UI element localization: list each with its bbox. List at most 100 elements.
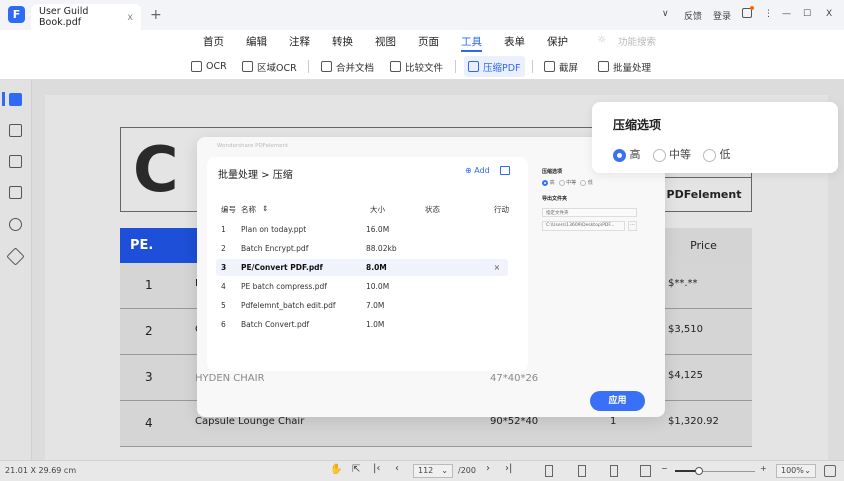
menu-home[interactable]: 首页 [203, 34, 224, 49]
comment-icon[interactable] [9, 155, 22, 168]
zoom-select[interactable]: 100% ⌄ [776, 464, 816, 478]
more-icon[interactable]: ⋮ [764, 9, 773, 19]
file-row[interactable]: 6 Batch Convert.pdf 1.0M [216, 316, 508, 333]
page-number-input[interactable]: 112 ⌄ [413, 464, 453, 478]
doc-row-name: HYDEN CHAIR [195, 373, 265, 384]
column-action: 行动 [494, 205, 509, 214]
tool-screenshot[interactable]: 截屏 [540, 56, 582, 77]
fit-width-icon[interactable] [578, 465, 586, 477]
browse-button[interactable]: ··· [628, 221, 637, 231]
tool-label: 区域OCR [257, 62, 297, 74]
file-row[interactable]: 2 Batch Encrypt.pdf 88.02kb [216, 240, 508, 257]
login-button[interactable]: 登录 [713, 9, 731, 22]
close-window-button[interactable]: X [826, 9, 832, 19]
radio-icon [652, 148, 666, 162]
output-folder-label: 导出文件夹 [542, 196, 568, 202]
feature-search[interactable]: 功能搜索 [618, 34, 656, 48]
menu-tools[interactable]: 工具 [461, 34, 482, 52]
status-bar: 21.01 X 29.69 cm ✋ ⇱ |‹ ‹ 112 ⌄ /200 › ›… [0, 460, 844, 481]
file-row-selected[interactable]: 3 PE/Convert PDF.pdf 8.0M × [216, 259, 508, 276]
tool-area-ocr[interactable]: 区域OCR [238, 56, 301, 77]
add-file-button[interactable]: ⊕ Add [465, 166, 490, 175]
lightbulb-icon: ☼ [597, 34, 607, 46]
radio-high[interactable]: 高 [542, 179, 555, 186]
new-tab-button[interactable]: + [150, 7, 162, 23]
menu-edit[interactable]: 编辑 [246, 34, 267, 49]
output-path-select[interactable]: C:\Users\13609\Desktop\PDF... [542, 221, 625, 231]
chevron-down-icon[interactable]: ∨ [662, 9, 669, 19]
folder-select[interactable]: 指定文件夹 [542, 208, 637, 217]
compress-options-small: 高 中等 低 [542, 179, 593, 186]
next-page-icon[interactable]: › [486, 463, 490, 474]
search-icon[interactable] [9, 218, 22, 231]
fullscreen-icon[interactable] [824, 465, 836, 477]
popup-title: 压缩选项 [613, 118, 662, 132]
minimize-button[interactable]: — [782, 9, 791, 19]
radio-medium[interactable]: 中等 [558, 179, 576, 186]
doc-header-first: PE. [120, 228, 205, 263]
popup-radio-high[interactable]: 高 [613, 146, 641, 162]
popup-radio-medium[interactable]: 中等 [652, 146, 691, 162]
doc-header-price: Price [655, 228, 752, 263]
zoom-slider[interactable] [675, 467, 755, 475]
bookmark-icon[interactable] [9, 124, 22, 137]
area-ocr-icon [242, 61, 253, 72]
menu-view[interactable]: 视图 [375, 34, 396, 49]
breadcrumb: 批量处理 > 压缩 [218, 170, 293, 181]
first-page-icon[interactable]: |‹ [373, 463, 380, 474]
tool-merge[interactable]: 合并文档 [317, 56, 378, 77]
column-status: 状态 [425, 205, 440, 214]
menu-convert[interactable]: 转换 [332, 34, 353, 49]
compress-options-label: 压缩选项 [542, 169, 563, 175]
merge-icon [321, 61, 332, 72]
document-tab[interactable]: User Guild Book.pdf x [31, 4, 141, 30]
last-page-icon[interactable]: ›| [505, 463, 512, 474]
doc-brand: PDFelement [655, 177, 752, 212]
feedback-button[interactable]: 反馈 [684, 9, 702, 22]
prev-page-icon[interactable]: ‹ [395, 463, 399, 474]
file-row[interactable]: 5 Pdfelemnt_batch edit.pdf 7.0M [216, 297, 508, 314]
tool-label: 合并文档 [336, 62, 375, 74]
divider [308, 60, 309, 73]
ocr-icon [191, 61, 202, 72]
file-row[interactable]: 1 Plan on today.ppt 16.0M [216, 221, 508, 238]
batch-compress-dialog: Wondershare PDFelement 批量处理 > 压缩 ⊕ Add 编… [197, 137, 665, 417]
select-tool-icon[interactable]: ⇱ [352, 464, 360, 475]
popup-radio-low[interactable]: 低 [703, 146, 731, 162]
zoom-out-button[interactable]: − [661, 464, 668, 473]
delete-all-icon[interactable] [500, 166, 510, 175]
column-name[interactable]: 名称 [241, 204, 256, 215]
remove-file-icon[interactable]: × [494, 259, 500, 276]
column-size: 大小 [370, 205, 385, 214]
tool-batch[interactable]: 批量处理 [594, 56, 655, 77]
apply-button[interactable]: 应用 [590, 391, 645, 411]
rotate-icon[interactable] [610, 465, 618, 477]
thumbnails-icon[interactable] [9, 93, 22, 106]
sort-icon[interactable]: ⇕ [262, 204, 268, 213]
radio-low[interactable]: 低 [580, 179, 593, 186]
zoom-slider-handle[interactable] [695, 467, 703, 475]
menu-comment[interactable]: 注释 [289, 34, 310, 49]
zoom-in-button[interactable]: + [760, 464, 767, 473]
menu-form[interactable]: 表单 [504, 34, 525, 49]
compress-icon [468, 61, 479, 72]
tool-compress-pdf[interactable]: 压缩PDF [464, 56, 525, 77]
file-row[interactable]: 4 PE batch compress.pdf 10.0M [216, 278, 508, 295]
tool-label: 压缩PDF [483, 62, 521, 74]
fit-page-icon[interactable] [545, 465, 553, 477]
page-layout-icon[interactable] [640, 465, 651, 477]
tool-ocr[interactable]: OCR [187, 56, 231, 77]
attachment-icon[interactable] [9, 186, 22, 199]
dialog-app-name: Wondershare PDFelement [217, 143, 289, 149]
menu-protect[interactable]: 保护 [547, 34, 568, 49]
doc-row-size: 47*40*26 [490, 373, 539, 384]
tab-close-icon[interactable]: x [127, 12, 133, 23]
menu-page[interactable]: 页面 [418, 34, 439, 49]
popup-options: 高 中等 低 [613, 146, 731, 162]
layers-icon[interactable] [6, 247, 25, 266]
maximize-button[interactable]: ☐ [803, 9, 811, 19]
hand-tool-icon[interactable]: ✋ [330, 464, 342, 475]
screenshot-icon [544, 61, 555, 72]
tool-compare[interactable]: 比较文件 [386, 56, 447, 77]
tool-label: 比较文件 [405, 62, 444, 74]
